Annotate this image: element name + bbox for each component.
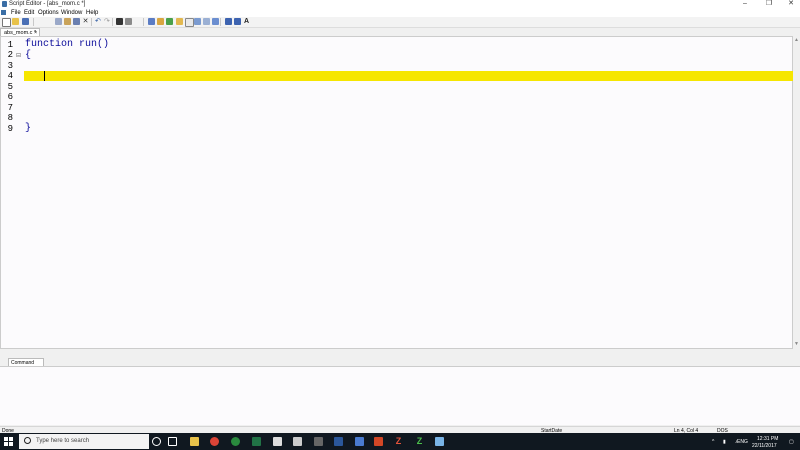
app-icon[interactable] bbox=[355, 437, 364, 446]
search-icon bbox=[24, 437, 31, 444]
menu-bar: File Edit Options Window Help bbox=[0, 9, 800, 17]
browser-icon[interactable] bbox=[231, 437, 240, 446]
export-icon[interactable] bbox=[203, 18, 210, 25]
undo-icon[interactable]: ↶ bbox=[95, 18, 102, 25]
check-syntax-icon[interactable] bbox=[185, 18, 194, 27]
line-number: 4 bbox=[7, 71, 13, 81]
scroll-down-icon[interactable]: ▼ bbox=[794, 341, 799, 347]
find-icon[interactable] bbox=[116, 18, 123, 25]
line-number: 5 bbox=[7, 82, 13, 92]
line-number: 3 bbox=[7, 61, 13, 71]
horizontal-scrollbar[interactable] bbox=[0, 349, 793, 355]
z-app-icon[interactable]: Z bbox=[394, 437, 403, 446]
window-title: Script Editor - [abs_mom.c *] bbox=[9, 1, 86, 7]
line-number: 2 bbox=[7, 50, 13, 60]
toolbar-separator bbox=[91, 18, 92, 26]
line-number: 7 bbox=[7, 103, 13, 113]
tray-expand-icon[interactable]: ^ bbox=[712, 439, 714, 445]
taskbar-search-box[interactable]: Type here to search bbox=[19, 434, 149, 449]
print-icon[interactable] bbox=[73, 18, 80, 25]
minimize-button[interactable]: – bbox=[734, 0, 756, 9]
replace-icon[interactable] bbox=[125, 18, 132, 25]
text-caret bbox=[44, 71, 45, 81]
command-help-panel bbox=[0, 366, 800, 425]
title-bar: Script Editor - [abs_mom.c *] – ❐ ✕ bbox=[0, 0, 800, 9]
vertical-scrollbar[interactable]: ▲ ▼ bbox=[793, 36, 800, 349]
run-icon[interactable] bbox=[166, 18, 173, 25]
app-icon[interactable] bbox=[293, 437, 302, 446]
chrome-icon[interactable] bbox=[210, 437, 219, 446]
excel-icon[interactable] bbox=[252, 437, 261, 446]
font-icon[interactable]: A bbox=[244, 18, 251, 25]
open-folder-icon[interactable] bbox=[12, 18, 19, 25]
open-script-icon[interactable] bbox=[176, 18, 183, 25]
app-icon bbox=[2, 1, 7, 7]
save-icon[interactable] bbox=[22, 18, 29, 25]
menu-edit[interactable]: Edit bbox=[24, 10, 34, 16]
code-line: function run() bbox=[25, 39, 110, 50]
doc-icon bbox=[1, 10, 6, 15]
menu-window[interactable]: Window bbox=[61, 10, 82, 16]
toolbar-separator bbox=[143, 18, 144, 26]
clock-time[interactable]: 12:31 PM bbox=[757, 436, 778, 442]
calculator-icon[interactable] bbox=[273, 437, 282, 446]
line-number: 9 bbox=[7, 124, 13, 134]
bookmark-icon[interactable] bbox=[157, 18, 164, 25]
properties-icon[interactable] bbox=[194, 18, 201, 25]
windows-start-icon[interactable] bbox=[4, 437, 13, 446]
scroll-up-icon[interactable]: ▲ bbox=[794, 37, 799, 43]
toolbar: ✕ ↶ ↷ A bbox=[0, 17, 800, 28]
copy-icon[interactable] bbox=[55, 18, 62, 25]
powerpoint-icon[interactable] bbox=[374, 437, 383, 446]
redo-icon[interactable]: ↷ bbox=[104, 18, 111, 25]
cortana-icon[interactable] bbox=[152, 437, 161, 446]
paste-icon[interactable] bbox=[64, 18, 71, 25]
line-number: 6 bbox=[7, 92, 13, 102]
toolbar-separator bbox=[112, 18, 113, 26]
font-increase-icon[interactable] bbox=[225, 18, 232, 25]
menu-file[interactable]: File bbox=[11, 10, 21, 16]
font-decrease-icon[interactable] bbox=[234, 18, 241, 25]
toolbar-separator bbox=[33, 18, 34, 26]
clock-date[interactable]: 22/11/2017 bbox=[752, 443, 777, 449]
close-button[interactable]: ✕ bbox=[780, 0, 800, 9]
current-line-highlight bbox=[24, 71, 793, 81]
code-line: { bbox=[25, 50, 32, 61]
indent-icon[interactable] bbox=[148, 18, 155, 25]
language-indicator[interactable]: ENG bbox=[737, 439, 748, 445]
fold-toggle-icon[interactable]: ⊟ bbox=[16, 52, 21, 59]
word-icon[interactable] bbox=[334, 437, 343, 446]
delete-icon[interactable]: ✕ bbox=[82, 18, 89, 25]
z-app-icon[interactable]: Z bbox=[415, 437, 424, 446]
menu-options[interactable]: Options bbox=[38, 10, 59, 16]
search-placeholder: Type here to search bbox=[36, 438, 90, 444]
line-number: 8 bbox=[7, 113, 13, 123]
line-number: 1 bbox=[7, 40, 13, 50]
app-icon[interactable] bbox=[435, 437, 444, 446]
notifications-icon[interactable]: ▢ bbox=[789, 439, 794, 445]
network-icon[interactable]: ▮ bbox=[723, 439, 726, 445]
toolbar-separator bbox=[220, 18, 221, 26]
app-icon[interactable] bbox=[314, 437, 323, 446]
maximize-button[interactable]: ❐ bbox=[758, 0, 780, 9]
file-explorer-icon[interactable] bbox=[190, 437, 199, 446]
menu-help[interactable]: Help bbox=[86, 10, 98, 16]
settings-icon[interactable] bbox=[212, 18, 219, 25]
code-editor[interactable] bbox=[0, 36, 793, 349]
code-line: } bbox=[25, 123, 32, 134]
task-view-icon[interactable] bbox=[168, 437, 177, 446]
new-file-icon[interactable] bbox=[2, 18, 11, 27]
